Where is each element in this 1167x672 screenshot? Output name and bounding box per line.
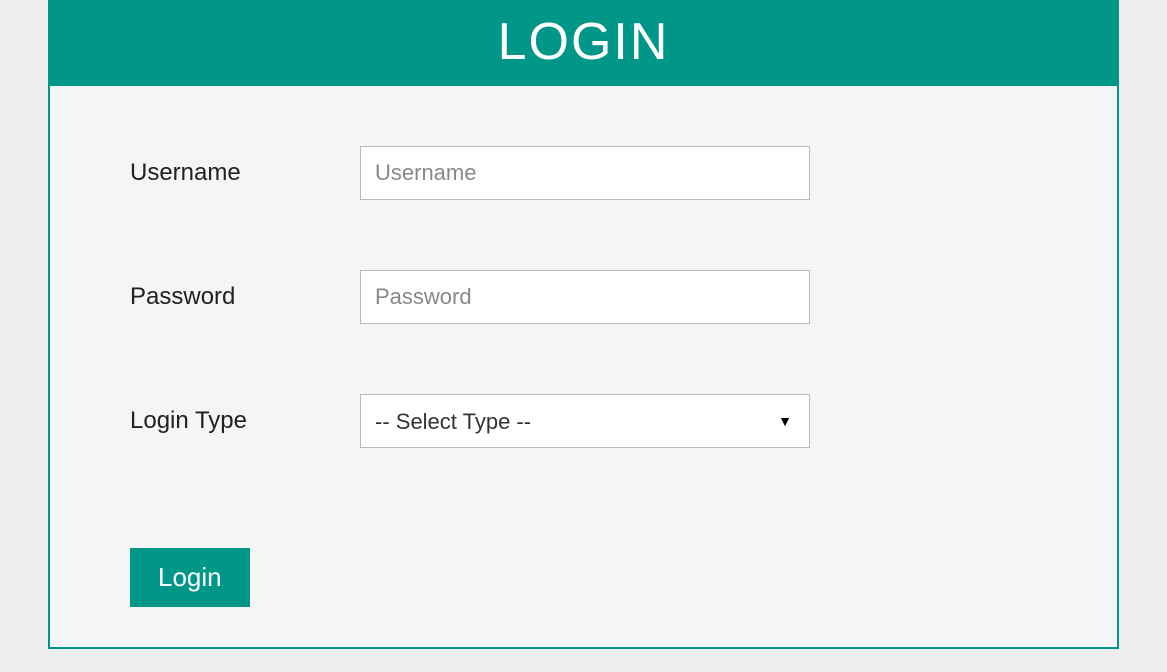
username-row: Username: [130, 146, 1037, 200]
password-label: Password: [130, 283, 360, 311]
password-row: Password: [130, 270, 1037, 324]
login-header: LOGIN: [48, 0, 1119, 84]
login-container: LOGIN Username Password Login Type -- Se…: [48, 0, 1119, 649]
password-input[interactable]: [360, 270, 810, 324]
login-type-row: Login Type -- Select Type -- ▼: [130, 394, 1037, 448]
login-type-select[interactable]: -- Select Type --: [360, 394, 810, 448]
login-panel: Username Password Login Type -- Select T…: [48, 84, 1119, 649]
login-button[interactable]: Login: [130, 548, 250, 607]
login-type-label: Login Type: [130, 407, 360, 435]
login-type-select-wrapper: -- Select Type -- ▼: [360, 394, 810, 448]
username-input[interactable]: [360, 146, 810, 200]
header-title: LOGIN: [498, 13, 670, 71]
username-label: Username: [130, 159, 360, 187]
